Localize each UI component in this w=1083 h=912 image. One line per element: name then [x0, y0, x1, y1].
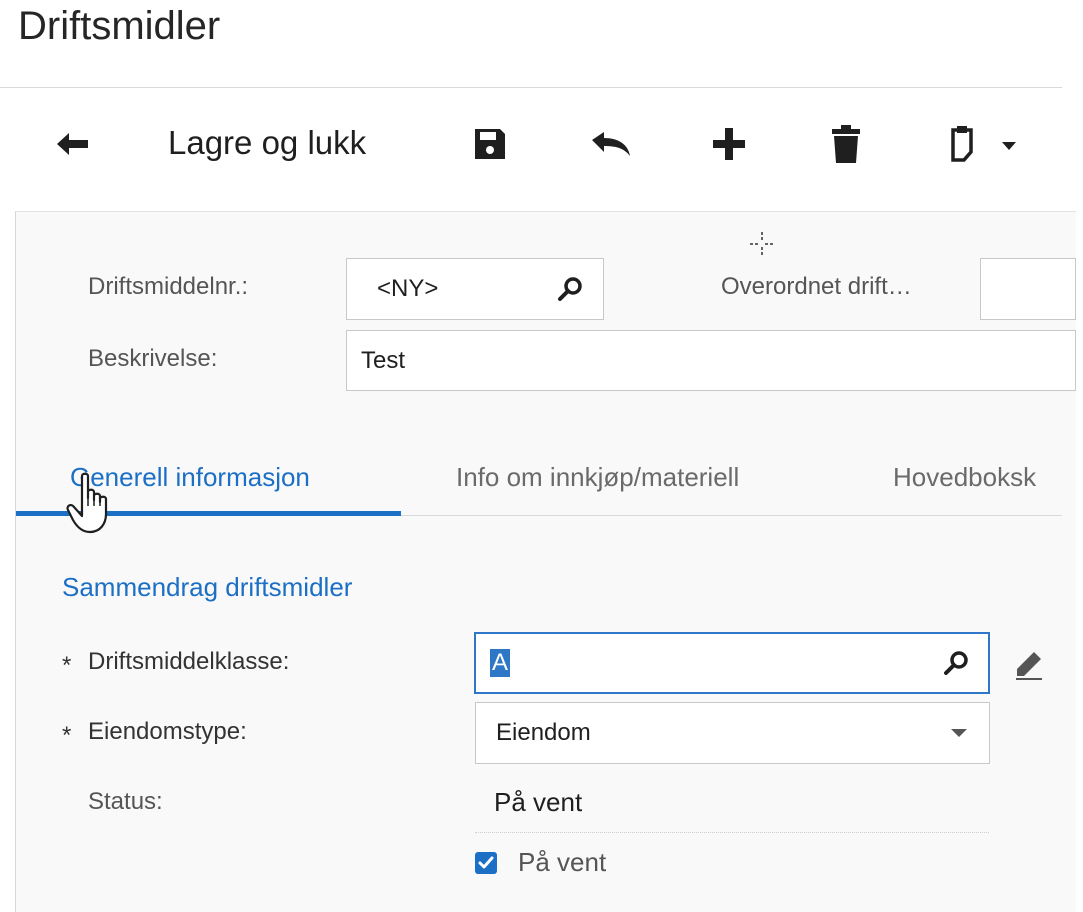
- required-marker: *: [62, 652, 72, 679]
- description-value: Test: [361, 346, 406, 374]
- edit-pencil-button[interactable]: [1012, 648, 1046, 682]
- check-icon: [478, 856, 494, 869]
- delete-button[interactable]: [822, 118, 870, 170]
- section-title: Sammendrag driftsmidler: [62, 572, 353, 602]
- description-input[interactable]: Test: [346, 330, 1076, 391]
- back-button[interactable]: [48, 118, 100, 170]
- add-button[interactable]: [704, 118, 754, 170]
- property-type-select[interactable]: Eiendom: [475, 702, 990, 764]
- asset-class-value: A: [490, 649, 511, 677]
- floppy-disk-icon: [475, 129, 505, 159]
- clipboard-menu-button[interactable]: [944, 118, 1028, 170]
- tab-purchase-info[interactable]: Info om innkjøp/materiell: [456, 462, 739, 493]
- parent-asset-label: Overordnet drift…: [721, 273, 912, 300]
- trash-icon: [832, 125, 860, 163]
- caret-down-icon: [951, 729, 967, 737]
- hand-pointer-cursor-icon: [66, 472, 108, 534]
- crosshair-cursor-icon: [750, 232, 774, 256]
- asset-class-label: Driftsmiddelklasse:: [88, 648, 290, 675]
- save-and-close-button[interactable]: Lagre og lukk: [168, 124, 366, 162]
- status-divider: [475, 832, 989, 833]
- arrow-left-icon: [57, 133, 88, 155]
- search-icon[interactable]: [942, 648, 972, 678]
- parent-asset-input[interactable]: [980, 258, 1076, 320]
- asset-class-field[interactable]: A: [474, 632, 990, 694]
- asset-number-label: Driftsmiddelnr.:: [88, 273, 249, 300]
- property-type-label: Eiendomstype:: [88, 718, 247, 745]
- plus-icon: [713, 128, 745, 160]
- status-label: Status:: [88, 788, 163, 815]
- title-divider: [0, 87, 1062, 88]
- required-marker: *: [62, 722, 72, 749]
- property-type-value: Eiendom: [496, 719, 591, 746]
- on-hold-checkbox[interactable]: [475, 852, 497, 874]
- asset-number-value: <NY>: [377, 275, 439, 302]
- description-label: Beskrivelse:: [88, 345, 218, 372]
- search-icon[interactable]: [556, 274, 586, 304]
- status-value: På vent: [494, 787, 583, 817]
- tab-general-ledger[interactable]: Hovedboksk: [893, 462, 1036, 493]
- save-button[interactable]: [466, 118, 514, 170]
- on-hold-label[interactable]: På vent: [518, 847, 606, 878]
- asset-number-field[interactable]: <NY>: [346, 258, 604, 320]
- undo-icon: [592, 132, 630, 156]
- pencil-icon: [1016, 652, 1042, 680]
- clipboard-dropdown-icon: [951, 126, 1016, 162]
- page-title: Driftsmidler: [18, 4, 221, 48]
- undo-button[interactable]: [586, 118, 636, 170]
